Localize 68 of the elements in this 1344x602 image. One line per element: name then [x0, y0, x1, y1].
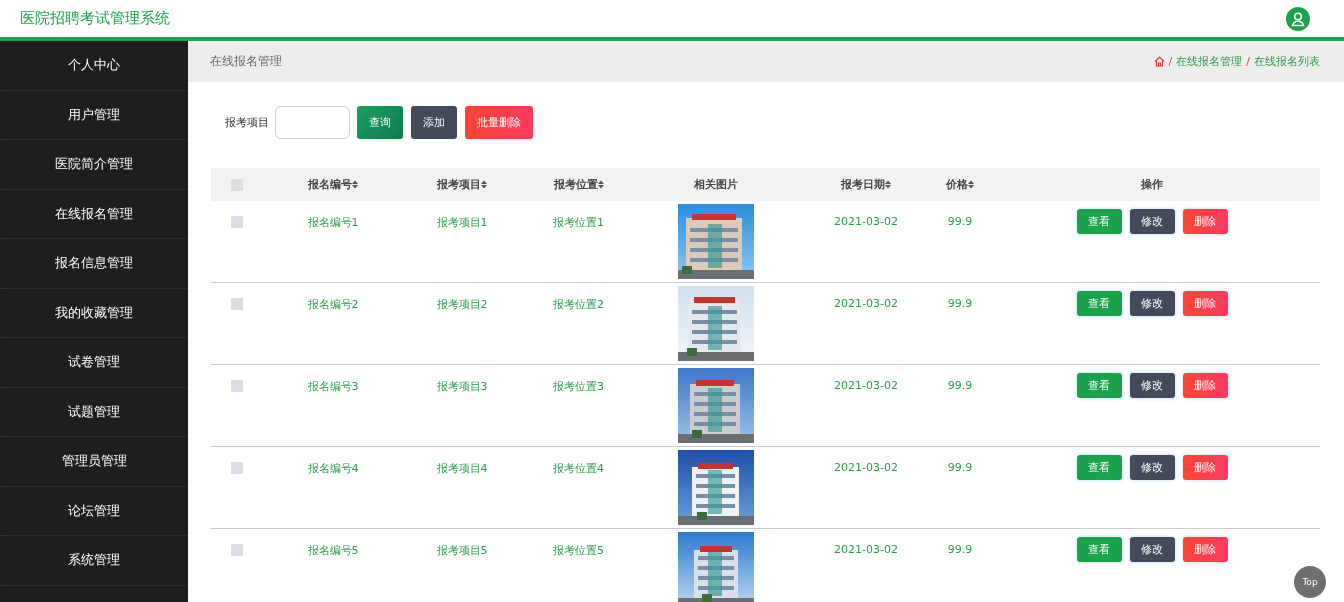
sort-icon[interactable]	[968, 180, 974, 189]
column-header[interactable]: 价格	[946, 177, 968, 192]
sidebar-item[interactable]: 管理员管理	[0, 437, 188, 487]
checkbox[interactable]	[231, 462, 243, 474]
table-cell-text: 2021-03-02	[833, 378, 899, 392]
add-button[interactable]: 添加	[411, 106, 457, 139]
table-cell-text: 2021-03-02	[833, 214, 899, 228]
back-to-top-button[interactable]: Top	[1294, 566, 1326, 598]
table-cell-text: 报考位置2	[552, 297, 605, 312]
sidebar-item[interactable]: 系统管理	[0, 536, 188, 586]
breadcrumb-separator: /	[1246, 55, 1250, 68]
table-cell-text: 报考项目5	[435, 543, 489, 558]
table-cell-text: 报名编号4	[306, 461, 360, 476]
column-header[interactable]: 报考位置	[553, 177, 598, 192]
sort-icon[interactable]	[885, 180, 891, 189]
sidebar-item[interactable]: 试卷管理	[0, 338, 188, 388]
edit-button[interactable]: 修改	[1129, 373, 1175, 398]
table-cell-text: 2021-03-02	[833, 296, 899, 310]
table-cell-text: 报考位置5	[552, 543, 605, 558]
table-cell-text: 报考位置1	[552, 215, 605, 230]
sort-icon[interactable]	[352, 180, 358, 189]
table-cell-text: 2021-03-02	[833, 542, 899, 556]
query-button[interactable]: 查询	[357, 106, 403, 139]
table-cell-text: 报考项目4	[435, 461, 489, 476]
input-field[interactable]	[275, 106, 350, 139]
table-cell-text: 2021-03-02	[833, 460, 899, 474]
sidebar-item[interactable]: 论坛管理	[0, 486, 188, 536]
column-header[interactable]: 报名编号	[308, 177, 352, 192]
home-icon[interactable]	[1153, 56, 1165, 67]
edit-button[interactable]: 修改	[1129, 455, 1175, 480]
edit-button[interactable]: 修改	[1129, 291, 1175, 316]
sidebar-item[interactable]: 在线报名管理	[0, 189, 188, 239]
table-cell-text: 报名编号2	[306, 297, 360, 312]
sidebar-item[interactable]: 医院简介管理	[0, 140, 188, 190]
checkbox[interactable]	[231, 298, 243, 310]
column-header[interactable]: 报考日期	[841, 177, 885, 192]
table-cell-text: 报名编号5	[306, 543, 360, 558]
table-cell-text: 99.9	[946, 460, 974, 474]
table-cell-text: 报考项目3	[435, 379, 489, 394]
table-cell-text: 报考位置4	[552, 461, 605, 476]
sidebar-item[interactable]: 我的收藏管理	[0, 288, 188, 338]
sidebar-item[interactable]: 用户管理	[0, 90, 188, 140]
column-header: 相关图片	[694, 177, 738, 192]
table-cell-text: 99.9	[946, 214, 974, 228]
app-title: 医院招聘考试管理系统	[20, 9, 170, 28]
column-header: 操作	[1141, 177, 1163, 192]
user-icon[interactable]	[1286, 6, 1310, 31]
checkbox[interactable]	[231, 544, 243, 556]
table-cell-text: 报考位置3	[552, 379, 605, 394]
checkbox[interactable]	[231, 216, 243, 228]
sort-icon[interactable]	[481, 180, 487, 189]
column-header[interactable]: 报考项目	[437, 177, 481, 192]
breadcrumb-separator: /	[1168, 55, 1173, 68]
page-title: 在线报名管理	[210, 53, 282, 70]
table-cell-text: 99.9	[946, 542, 974, 556]
table-cell-text: 99.9	[946, 378, 974, 392]
sort-icon[interactable]	[597, 180, 604, 189]
table-cell-text: 报考项目1	[435, 215, 489, 230]
field-label: 报考项目	[225, 115, 269, 130]
table-cell-text: 99.9	[946, 296, 974, 310]
edit-button[interactable]: 修改	[1129, 209, 1175, 234]
table-cell-text: 报考项目2	[435, 297, 489, 312]
sidebar-item[interactable]: 试题管理	[0, 387, 188, 437]
edit-button[interactable]: 修改	[1129, 537, 1175, 562]
checkbox[interactable]	[231, 380, 243, 392]
table-cell-text: 报名编号1	[306, 215, 360, 230]
table-cell-text: 报名编号3	[306, 379, 360, 394]
sidebar-item[interactable]: 报名信息管理	[0, 239, 188, 289]
